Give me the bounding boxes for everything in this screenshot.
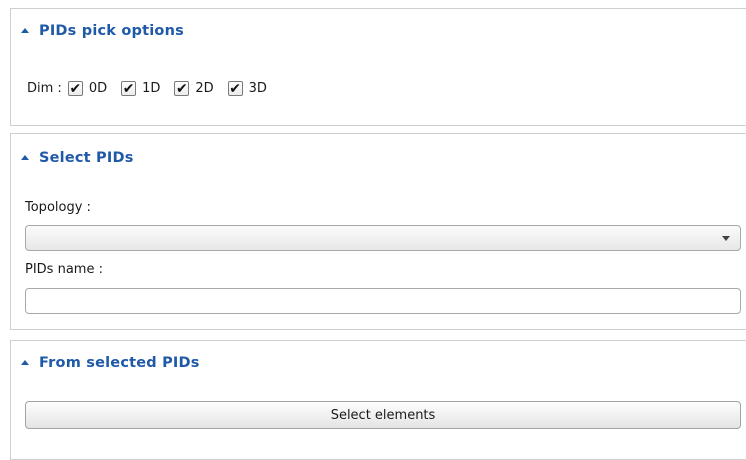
pids-name-input[interactable]: [25, 288, 741, 314]
dim-row: Dim : ✔ 0D ✔ 1D ✔ 2D ✔ 3D: [27, 81, 281, 96]
dim-label: Dim :: [27, 81, 62, 96]
dim-0d-label[interactable]: 0D: [89, 81, 107, 96]
select-pids-panel: Select PIDs Topology : PIDs name :: [10, 133, 746, 330]
topology-label: Topology :: [25, 200, 91, 215]
dim-2d-checkbox[interactable]: ✔: [174, 80, 190, 97]
collapse-triangle-icon[interactable]: [21, 359, 29, 365]
select-elements-button[interactable]: Select elements: [25, 401, 741, 429]
collapse-triangle-icon[interactable]: [21, 27, 29, 33]
pids-name-label: PIDs name :: [25, 262, 103, 277]
checkmark-icon: ✔: [176, 80, 188, 97]
dim-3d-label[interactable]: 3D: [249, 81, 267, 96]
dim-0d-checkbox[interactable]: ✔: [67, 80, 83, 97]
pids-pick-options-title: PIDs pick options: [39, 23, 184, 39]
pids-pick-options-header[interactable]: PIDs pick options: [21, 23, 184, 39]
checkmark-icon: ✔: [122, 80, 135, 97]
select-pids-header[interactable]: Select PIDs: [21, 150, 134, 166]
pids-pick-options-panel: PIDs pick options Dim : ✔ 0D ✔ 1D ✔ 2D ✔…: [10, 8, 746, 126]
dim-1d-checkbox[interactable]: ✔: [121, 80, 137, 97]
dim-1d-label[interactable]: 1D: [142, 81, 160, 96]
from-selected-pids-panel: From selected PIDs Select elements: [10, 340, 746, 460]
dim-2d-label[interactable]: 2D: [195, 81, 213, 96]
topology-dropdown[interactable]: [25, 225, 741, 251]
dim-3d-checkbox[interactable]: ✔: [227, 80, 243, 97]
checkmark-icon: ✔: [69, 80, 82, 97]
from-selected-pids-title: From selected PIDs: [39, 355, 200, 371]
chevron-down-icon[interactable]: [722, 236, 730, 241]
from-selected-pids-header[interactable]: From selected PIDs: [21, 355, 200, 371]
checkmark-icon: ✔: [229, 80, 242, 97]
collapse-triangle-icon[interactable]: [21, 154, 29, 160]
select-pids-title: Select PIDs: [39, 150, 134, 166]
